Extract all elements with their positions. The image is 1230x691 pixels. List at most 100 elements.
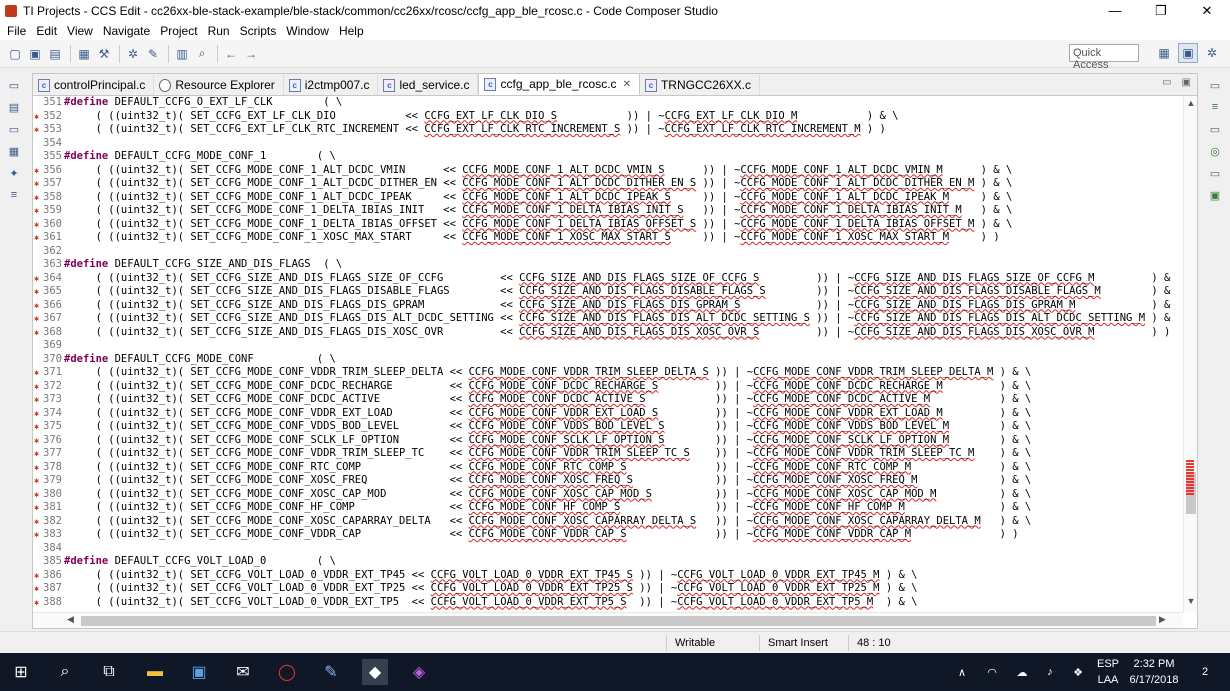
code-line[interactable]: ✱ 367 ( ((uint32_t)( SET_CCFG_SIZE_AND_DI… — [33, 312, 1173, 326]
code-line[interactable]: 369 — [33, 339, 1173, 353]
warning-marker-icon[interactable]: ✱ — [33, 461, 40, 475]
task-view-icon[interactable]: ⧉ — [96, 659, 122, 685]
open-file-icon[interactable]: ▥ — [173, 45, 191, 63]
code-line[interactable]: ✱ 383 ( ((uint32_t)( SET_CCFG_MODE_CONF_V… — [33, 528, 1173, 542]
code-composer-icon[interactable]: ◆ — [362, 659, 388, 685]
volume-icon[interactable]: ♪ — [1038, 653, 1062, 691]
warning-marker-icon[interactable]: ✱ — [33, 191, 40, 205]
code-line[interactable]: ✱ 353 ( ((uint32_t)( SET_CCFG_EXT_LF_CLK_… — [33, 123, 1173, 137]
ccs-debug-perspective-icon[interactable]: ✲ — [1202, 43, 1222, 63]
menu-file[interactable]: File — [2, 24, 31, 38]
code-line[interactable]: 351 #define DEFAULT_CCFG_O_EXT_LF_CLK ( \ — [33, 96, 1173, 110]
forward-arrow-icon[interactable]: → — [242, 45, 260, 63]
input-language[interactable]: ESP LAA — [1094, 656, 1122, 688]
code-line[interactable]: 355 #define DEFAULT_CCFG_MODE_CONF_1 ( \ — [33, 150, 1173, 164]
show-hidden-icons-icon[interactable]: ∧ — [950, 653, 974, 691]
warning-marker-icon[interactable]: ✱ — [33, 123, 40, 137]
warning-marker-icon[interactable]: ✱ — [33, 285, 40, 299]
code-line[interactable]: ✱ 381 ( ((uint32_t)( SET_CCFG_MODE_CONF_H… — [33, 501, 1173, 515]
mail-icon[interactable]: ✉ — [230, 659, 256, 685]
horizontal-scroll-thumb[interactable] — [81, 616, 1156, 626]
warning-marker-icon[interactable]: ✱ — [33, 380, 40, 394]
tab-controlprincipal[interactable]: c controlPrincipal.c — [33, 75, 155, 95]
opera-icon[interactable]: ◯ — [274, 659, 300, 685]
new-icon[interactable]: ▢ — [6, 45, 24, 63]
restore-icon[interactable]: ▭ — [5, 122, 23, 136]
console-icon[interactable]: ▦ — [5, 144, 23, 158]
code-line[interactable]: 384 — [33, 542, 1173, 556]
build-icon[interactable]: ⚒ — [95, 45, 113, 63]
tab-ccfg-app-ble-rcosc[interactable]: c ccfg_app_ble_rcosc.c ✕ — [478, 73, 640, 95]
warning-marker-icon[interactable]: ✱ — [33, 299, 40, 313]
debug-icon[interactable]: ✲ — [124, 45, 142, 63]
code-line[interactable]: ✱ 374 ( ((uint32_t)( SET_CCFG_MODE_CONF_V… — [33, 407, 1173, 421]
warning-marker-icon[interactable]: ✱ — [33, 110, 40, 124]
tab-resource-explorer[interactable]: Resource Explorer — [154, 75, 284, 95]
clock[interactable]: 2:32 PM 6/17/2018 — [1122, 656, 1186, 688]
warning-marker-icon[interactable]: ✱ — [33, 582, 40, 596]
code-line[interactable]: 362 — [33, 245, 1173, 259]
code-line[interactable]: ✱ 366 ( ((uint32_t)( SET_CCFG_SIZE_AND_DI… — [33, 299, 1173, 313]
code-line[interactable]: ✱ 352 ( ((uint32_t)( SET_CCFG_EXT_LF_CLK_… — [33, 110, 1173, 124]
warning-marker-icon[interactable]: ✱ — [33, 474, 40, 488]
close-tab-icon[interactable]: ✕ — [623, 79, 631, 90]
code-line[interactable]: 363 #define DEFAULT_CCFG_SIZE_AND_DIS_FLA… — [33, 258, 1173, 272]
notifications-icon[interactable]: 2 — [1190, 653, 1220, 691]
windows-start-icon[interactable]: ⊞ — [8, 659, 34, 685]
menu-project[interactable]: Project — [155, 24, 202, 38]
outline-icon[interactable]: ≡ — [1206, 100, 1224, 114]
overview-ruler[interactable] — [1186, 460, 1194, 500]
horizontal-scrollbar[interactable]: ◀ ▶ — [33, 612, 1183, 628]
code-line[interactable]: 370 #define DEFAULT_CCFG_MODE_CONF ( \ — [33, 353, 1173, 367]
restore-icon[interactable]: ▭ — [1206, 78, 1224, 92]
store-icon[interactable]: ▣ — [186, 659, 212, 685]
restore-icon[interactable]: ▭ — [1206, 122, 1224, 136]
onedrive-icon[interactable]: ☁ — [1010, 653, 1034, 691]
menu-edit[interactable]: Edit — [31, 24, 62, 38]
warning-marker-icon[interactable]: ✱ — [33, 393, 40, 407]
search-icon[interactable]: ⌕ — [52, 659, 78, 685]
code-line[interactable]: ✱ 365 ( ((uint32_t)( SET_CCFG_SIZE_AND_DI… — [33, 285, 1173, 299]
search-icon[interactable]: ⌕ — [193, 45, 211, 63]
menu-navigate[interactable]: Navigate — [98, 24, 155, 38]
paint-icon[interactable]: ◈ — [406, 659, 432, 685]
warning-marker-icon[interactable]: ✱ — [33, 569, 40, 583]
code-line[interactable]: ✱ 358 ( ((uint32_t)( SET_CCFG_MODE_CONF_1… — [33, 191, 1173, 205]
code-line[interactable]: 385 #define DEFAULT_CCFG_VOLT_LOAD_0 ( \ — [33, 555, 1173, 569]
flash-icon[interactable]: ✎ — [144, 45, 162, 63]
menu-view[interactable]: View — [62, 24, 98, 38]
code-line[interactable]: ✱ 387 ( ((uint32_t)( SET_CCFG_VOLT_LOAD_0… — [33, 582, 1173, 596]
minimize-button[interactable]: — — [1092, 0, 1138, 21]
warning-marker-icon[interactable]: ✱ — [33, 407, 40, 421]
warning-marker-icon[interactable]: ✱ — [33, 596, 40, 610]
warning-marker-icon[interactable]: ✱ — [33, 515, 40, 529]
code-line[interactable]: ✱ 359 ( ((uint32_t)( SET_CCFG_MODE_CONF_1… — [33, 204, 1173, 218]
code-line[interactable]: ✱ 373 ( ((uint32_t)( SET_CCFG_MODE_CONF_D… — [33, 393, 1173, 407]
scroll-right-icon[interactable]: ▶ — [1159, 614, 1166, 625]
code-line[interactable]: ✱ 376 ( ((uint32_t)( SET_CCFG_MODE_CONF_S… — [33, 434, 1173, 448]
maximize-button[interactable]: ❐ — [1138, 0, 1184, 21]
code-line[interactable]: ✱ 377 ( ((uint32_t)( SET_CCFG_MODE_CONF_V… — [33, 447, 1173, 461]
tab-led-service[interactable]: c led_service.c — [378, 75, 479, 95]
warning-marker-icon[interactable]: ✱ — [33, 231, 40, 245]
tool-app-icon[interactable]: ✎ — [318, 659, 344, 685]
code-line[interactable]: ✱ 372 ( ((uint32_t)( SET_CCFG_MODE_CONF_D… — [33, 380, 1173, 394]
open-perspective-icon[interactable]: ▦ — [1154, 43, 1174, 63]
restore-icon[interactable]: ▭ — [5, 78, 23, 92]
save-all-icon[interactable]: ▤ — [46, 45, 64, 63]
back-arrow-icon[interactable]: ← — [222, 45, 240, 63]
warning-marker-icon[interactable]: ✱ — [33, 326, 40, 340]
menu-window[interactable]: Window — [281, 24, 334, 38]
warning-marker-icon[interactable]: ✱ — [33, 312, 40, 326]
code-line[interactable]: ✱ 371 ( ((uint32_t)( SET_CCFG_MODE_CONF_V… — [33, 366, 1173, 380]
warning-marker-icon[interactable]: ✱ — [33, 272, 40, 286]
menu-run[interactable]: Run — [203, 24, 235, 38]
warning-marker-icon[interactable]: ✱ — [33, 434, 40, 448]
restore-icon[interactable]: ▭ — [1206, 166, 1224, 180]
file-explorer-icon[interactable]: ▬ — [142, 659, 168, 685]
code-line[interactable]: ✱ 375 ( ((uint32_t)( SET_CCFG_MODE_CONF_V… — [33, 420, 1173, 434]
warning-marker-icon[interactable]: ✱ — [33, 164, 40, 178]
menu-scripts[interactable]: Scripts — [235, 24, 282, 38]
warning-marker-icon[interactable]: ✱ — [33, 177, 40, 191]
code-line[interactable]: ✱ 378 ( ((uint32_t)( SET_CCFG_MODE_CONF_R… — [33, 461, 1173, 475]
